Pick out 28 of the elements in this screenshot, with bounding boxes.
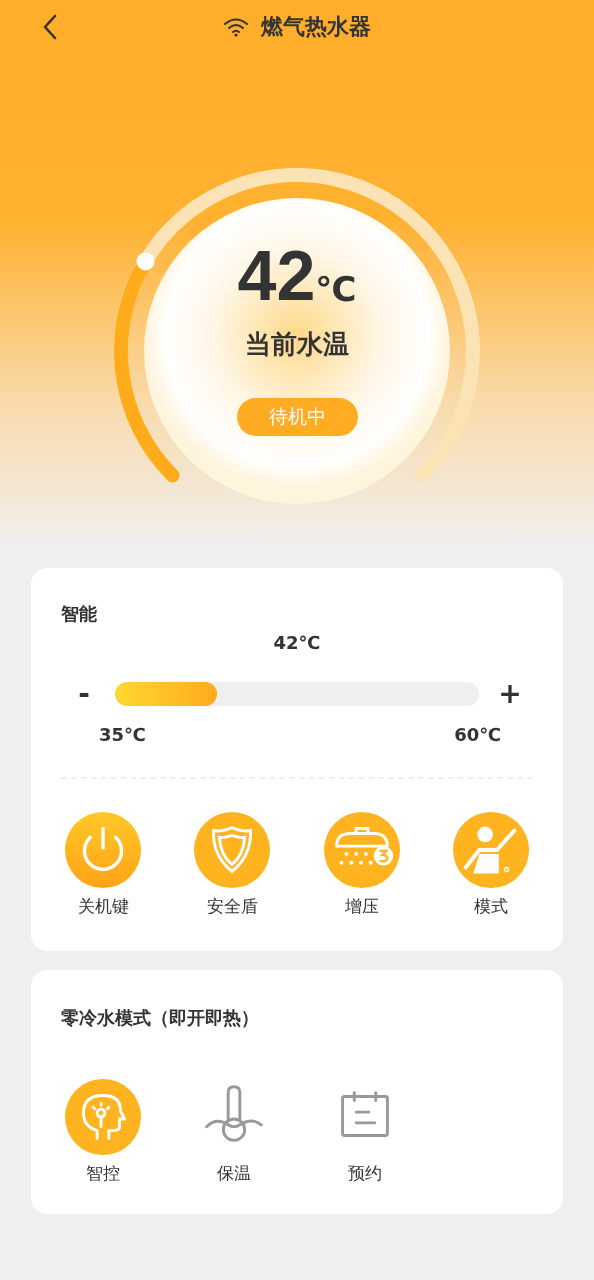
temperature-unit: ℃ <box>315 269 357 309</box>
mode-label: 保温 <box>217 1162 251 1185</box>
status-badge: 待机中 <box>236 398 358 436</box>
min-temperature: 35℃ <box>99 724 146 745</box>
function-label: 安全盾 <box>206 895 258 918</box>
mode-label: 智控 <box>86 1162 120 1185</box>
wifi-icon <box>223 17 249 37</box>
shower-icon[interactable] <box>322 811 401 889</box>
decrease-button[interactable]: - <box>61 677 107 710</box>
function-label: 增压 <box>344 895 379 918</box>
head-icon[interactable] <box>64 1078 142 1156</box>
section-title: 零冷水模式（即开即热） <box>60 1006 259 1030</box>
mode-label: 预约 <box>348 1162 382 1185</box>
max-temperature: 60℃ <box>454 724 501 745</box>
function-label: 关机键 <box>77 895 129 918</box>
gauge-knob[interactable] <box>136 252 155 271</box>
page-title: 燃气热水器 <box>261 13 371 41</box>
increase-button[interactable]: + <box>487 677 533 710</box>
temperature-value: 42 <box>237 241 316 311</box>
temperature-label: 当前水温 <box>245 328 349 361</box>
shield-icon[interactable] <box>193 811 272 889</box>
temperature-slider[interactable] <box>115 681 479 706</box>
person-icon[interactable] <box>452 811 530 889</box>
function-label: 模式 <box>474 895 508 918</box>
back-icon[interactable] <box>42 14 58 40</box>
setpoint-value: 42℃ <box>273 632 321 653</box>
power-icon[interactable] <box>64 811 142 889</box>
section-title: 智能 <box>61 602 97 626</box>
